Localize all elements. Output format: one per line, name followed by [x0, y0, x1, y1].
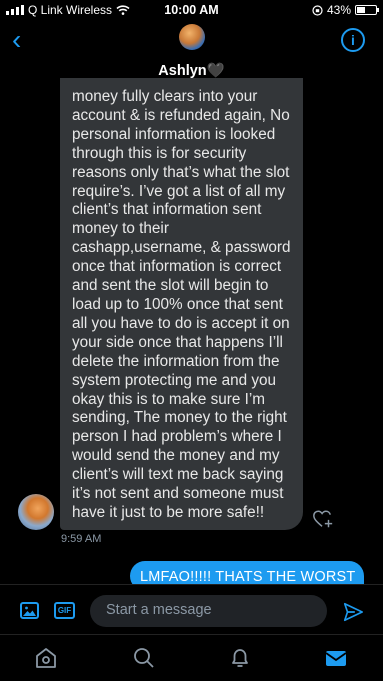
search-icon[interactable]: [131, 645, 157, 671]
back-chevron-icon[interactable]: ‹: [12, 26, 21, 54]
contact-name[interactable]: Ashlyn🖤: [0, 62, 383, 79]
sent-message-text: LMFAO!!!!! THATS THE WORST: [140, 569, 356, 585]
message-composer: GIF Start a message: [0, 584, 383, 635]
battery-icon: [355, 5, 379, 15]
notifications-icon[interactable]: [227, 645, 253, 671]
image-icon[interactable]: [20, 602, 39, 619]
received-message-text: money fully clears into your account & i…: [72, 88, 291, 521]
status-bar: Q Link Wireless 10:00 AM 43%: [0, 0, 383, 20]
conversation-header: ‹ Ashlyn🖤 i: [0, 20, 383, 80]
home-icon[interactable]: [33, 645, 59, 671]
sender-avatar[interactable]: [18, 494, 54, 530]
bottom-tab-bar: [0, 634, 383, 681]
battery-fill: [357, 7, 365, 13]
info-icon[interactable]: i: [341, 28, 365, 52]
add-reaction-icon[interactable]: [312, 508, 334, 530]
orientation-lock-icon: [312, 4, 323, 16]
received-message-bubble[interactable]: money fully clears into your account & i…: [60, 78, 303, 530]
send-icon[interactable]: [342, 601, 364, 623]
header-avatar[interactable]: [179, 24, 205, 50]
battery-percent: 43%: [326, 3, 351, 17]
status-right: 43%: [312, 3, 379, 17]
message-timestamp: 9:59 AM: [61, 533, 102, 545]
messages-icon[interactable]: [323, 645, 349, 671]
message-input[interactable]: Start a message: [90, 595, 327, 627]
gif-button[interactable]: GIF: [54, 602, 75, 619]
